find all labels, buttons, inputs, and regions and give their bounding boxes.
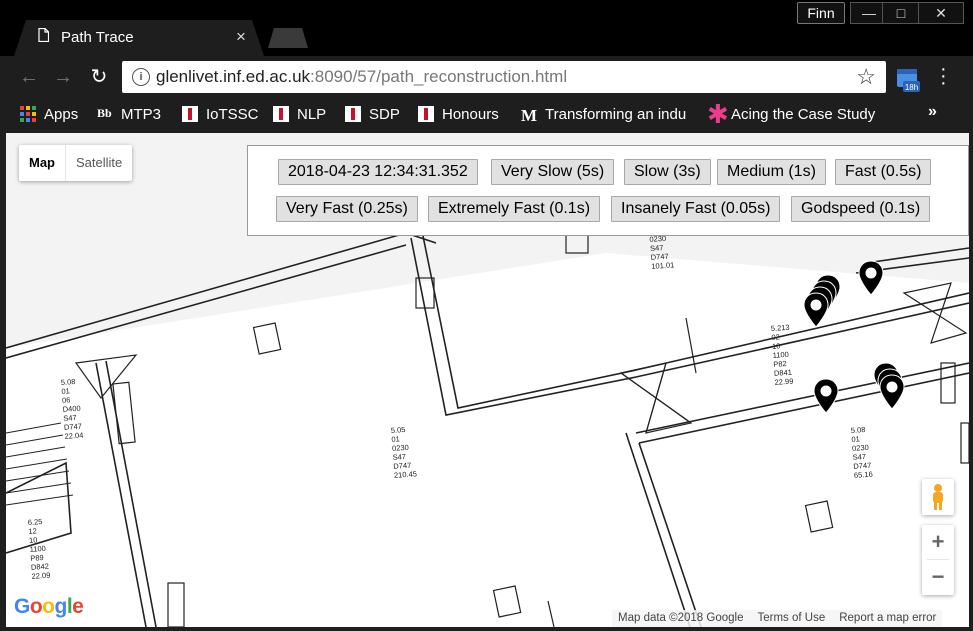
pegman-icon [933,484,943,510]
apps-grid-icon [20,106,36,122]
speed-slow-button[interactable]: Slow (3s) [624,159,711,185]
room-label: 5.08010230S47D74765.16 [851,425,874,480]
bookmark-label: NLP [297,105,327,123]
map-data-credit: Map data ©2018 Google [618,612,744,624]
google-logo: Google [14,595,84,618]
url-path: :8090/57/path_reconstruction.html [310,67,568,86]
speed-medium-button[interactable]: Medium (1s) [717,159,826,185]
speed-very-slow-button[interactable]: Very Slow (5s) [491,159,615,185]
bookmark-transforming[interactable]: M Transforming an indu [521,104,691,125]
bookmark-nlp[interactable]: NLP [273,104,326,124]
bookmark-label: SDP [369,105,400,123]
reload-icon[interactable]: ↻ [88,66,110,88]
speed-godspeed-button[interactable]: Godspeed (0.1s) [791,196,931,222]
profile-button[interactable]: Finn [797,2,845,24]
url-text: glenlivet.inf.ed.ac.uk:8090/57/path_reco… [156,67,567,87]
report-map-error-link[interactable]: Report a map error [839,610,936,627]
map-type-control: Map Satellite [19,145,133,181]
map-pin-icon[interactable] [879,374,905,410]
uoe-icon [182,106,198,122]
room-label: 6.2512101100P89D84222.09 [28,517,51,581]
bookmark-star-icon[interactable]: ☆ [856,64,876,90]
bookmark-label: Acing the Case Study [731,105,876,123]
tab-strip: Path Trace × Finn — □ ✕ [0,0,973,56]
back-icon[interactable]: ← [18,66,40,88]
asterisk-icon: ✱ [707,104,729,124]
bookmark-apps[interactable]: Apps [20,104,78,124]
speed-very-fast-button[interactable]: Very Fast (0.25s) [276,196,418,222]
extension-badge: 18h [905,83,918,92]
room-label: 5.05010230S47D747210.45 [391,424,418,479]
tab-close-icon[interactable]: × [236,27,246,47]
close-window-button[interactable]: ✕ [918,2,964,24]
bookmark-sdp[interactable]: SDP [345,104,400,124]
speed-fast-button[interactable]: Fast (0.5s) [835,159,932,185]
blackboard-icon: Bb [97,106,112,120]
speed-extremely-fast-button[interactable]: Extremely Fast (0.1s) [428,196,601,222]
map-pin-icon[interactable] [858,260,884,296]
map-attribution: Map data ©2018 Google Terms of Use Repor… [612,610,943,627]
map-type-map-button[interactable]: Map [19,145,65,181]
document-icon [38,28,49,42]
url-host: glenlivet.inf.ed.ac.uk [156,67,311,86]
map-type-satellite-button[interactable]: Satellite [65,145,132,181]
bookmark-honours[interactable]: Honours [418,104,499,124]
timestamp-button[interactable]: 2018-04-23 12:34:31.352 [278,159,478,185]
map-pin-icon[interactable] [813,378,839,414]
address-bar[interactable]: i glenlivet.inf.ed.ac.uk:8090/57/path_re… [122,61,886,93]
uoe-icon [418,106,434,122]
street-view-pegman[interactable] [922,479,954,515]
bookmark-label: MTP3 [121,105,162,123]
bookmark-label: Apps [44,105,79,123]
speed-insanely-fast-button[interactable]: Insanely Fast (0.05s) [611,196,781,222]
bookmark-acing[interactable]: ✱ Acing the Case Study [707,104,879,124]
bookmark-label: Honours [442,105,499,123]
medium-icon: M [521,106,538,124]
map-viewport[interactable]: 5.080106D400S47D74722.04 5.05010230S47D74… [6,133,969,627]
bookmark-label: Transforming an indu [545,105,687,123]
playback-controls: 2018-04-23 12:34:31.352 Very Slow (5s) S… [247,145,969,236]
tab-path-trace[interactable]: Path Trace × [14,20,264,56]
uoe-icon [273,106,289,122]
map-pin-icon[interactable] [803,292,829,328]
info-icon[interactable]: i [132,68,150,86]
bookmark-mtp3[interactable]: Bb MTP3 [97,104,161,124]
terms-of-use-link[interactable]: Terms of Use [757,610,825,627]
maximize-button[interactable]: □ [882,2,920,24]
bookmark-label: IoTSSC [206,105,259,123]
uoe-icon [345,106,361,122]
chrome-menu-icon[interactable]: · · · [940,59,947,93]
zoom-out-button[interactable]: − [922,560,954,594]
browser-window: Path Trace × Finn — □ ✕ ← → ↻ i glenlive… [0,0,973,631]
new-tab-button[interactable] [268,28,308,48]
room-label: 5.080106D400S47D74722.04 [61,377,84,441]
room-label: 5.21302101100P82D84122.99 [771,323,794,387]
bookmarks-overflow-icon[interactable]: » [928,103,937,121]
bookmarks-bar: Apps Bb MTP3 IoTSSC NLP SDP Honours M Tr… [0,98,973,130]
tab-title: Path Trace [61,29,134,46]
zoom-in-button[interactable]: + [922,525,954,559]
bookmark-iotssc[interactable]: IoTSSC [182,104,259,124]
browser-toolbar: ← → ↻ i glenlivet.inf.ed.ac.uk:8090/57/p… [0,56,973,98]
extension-calendar-icon[interactable]: 18h [896,68,920,92]
forward-icon[interactable]: → [52,66,74,88]
zoom-control: + − [922,525,954,595]
